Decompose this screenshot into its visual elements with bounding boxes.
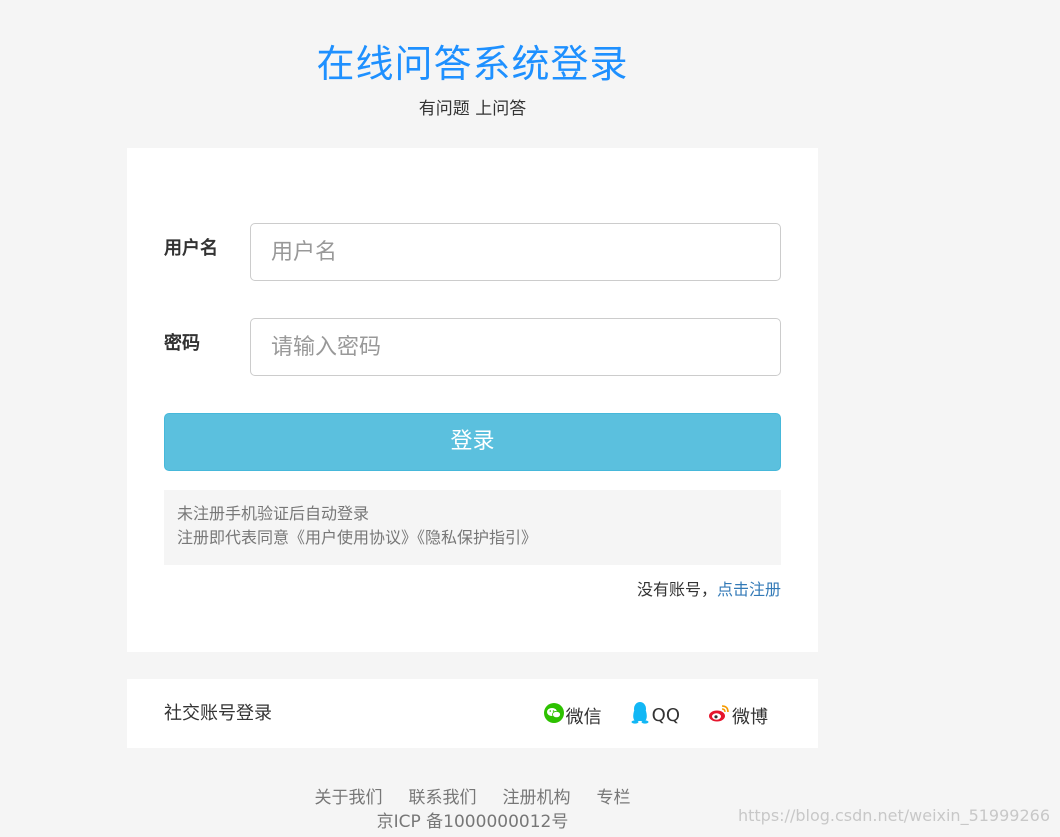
weibo-login-button[interactable]: 微博: [708, 703, 768, 729]
qq-icon: [630, 701, 652, 730]
password-input[interactable]: [250, 318, 781, 376]
username-label: 用户名: [164, 238, 218, 259]
username-row: 用户名: [164, 223, 781, 281]
password-row: 密码: [164, 318, 781, 376]
icp-number: 京ICP 备1000000012号: [376, 812, 569, 832]
wechat-label: 微信: [565, 706, 602, 728]
wechat-login-button[interactable]: 微信: [543, 703, 602, 729]
registration-notice: 未注册手机验证后自动登录 注册即代表同意《用户使用协议》《隐私保护指引》: [164, 490, 781, 565]
social-login-links: 微信 QQ 微博: [516, 701, 768, 730]
register-row: 没有账号，点击注册: [164, 576, 781, 600]
social-login-label: 社交账号登录: [164, 703, 272, 724]
weibo-label: 微博: [732, 706, 768, 728]
page-footer: 关于我们 联系我们 注册机构 专栏 京ICP 备1000000012号: [127, 786, 818, 834]
wechat-icon: [543, 703, 566, 728]
footer-link-column[interactable]: 专栏: [597, 788, 631, 808]
login-button[interactable]: 登录: [164, 413, 781, 471]
qq-login-button[interactable]: QQ: [630, 701, 680, 730]
password-label: 密码: [164, 333, 200, 354]
qq-label: QQ: [651, 705, 680, 726]
no-account-text: 没有账号，: [636, 580, 717, 599]
footer-link-registration[interactable]: 注册机构: [503, 788, 571, 808]
weibo-icon: [708, 703, 732, 728]
username-input[interactable]: [250, 223, 781, 281]
page-header: 在线问答系统登录 有问题 上问答: [127, 38, 818, 119]
notice-line-auto-login: 未注册手机验证后自动登录: [177, 504, 370, 523]
footer-link-about[interactable]: 关于我们: [315, 788, 383, 808]
login-card: 用户名 密码 登录 未注册手机验证后自动登录 注册即代表同意《用户使用协议》《隐…: [127, 148, 818, 652]
footer-link-contact[interactable]: 联系我们: [409, 788, 477, 808]
register-link[interactable]: 点击注册: [717, 580, 781, 599]
social-login-card: 社交账号登录 微信 QQ 微博: [127, 679, 818, 748]
page-subtitle: 有问题 上问答: [418, 99, 527, 119]
login-page: 在线问答系统登录 有问题 上问答 用户名 密码 登录 未注册手机验证后自动登录 …: [0, 0, 1060, 837]
watermark-text: https://blog.csdn.net/weixin_51999266: [737, 806, 1050, 825]
footer-links: 关于我们 联系我们 注册机构 专栏: [127, 786, 818, 810]
notice-line-agreement: 注册即代表同意《用户使用协议》《隐私保护指引》: [177, 528, 538, 547]
page-title: 在线问答系统登录: [316, 42, 629, 86]
